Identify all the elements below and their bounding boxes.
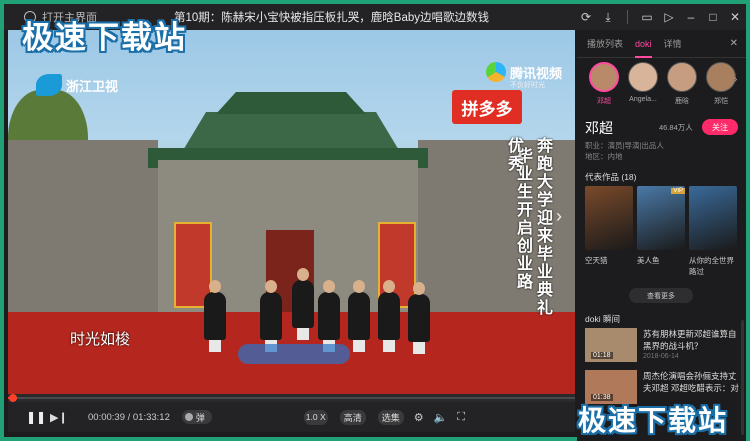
- minimize-icon[interactable]: –: [680, 6, 702, 28]
- star-list: 邓超 Angela... 鹿晗 郑恺: [585, 62, 741, 106]
- star-job: 职业：演员|导演|出品人: [585, 141, 664, 150]
- vertical-caption: 奔跑大学迎来毕业典礼: [536, 138, 553, 317]
- cast-icon[interactable]: ▷: [658, 6, 680, 28]
- poster-image: [689, 186, 737, 250]
- follow-button[interactable]: 关注: [702, 119, 738, 135]
- work-item[interactable]: 空天猎: [585, 186, 633, 277]
- watermark-bottom: 极速下载站: [578, 405, 729, 436]
- star-item-label: 郑恺: [714, 98, 728, 105]
- panel-tabs: 播放列表 doki 详情 ✕: [577, 30, 746, 58]
- watermark-top: 极速下载站: [22, 20, 187, 55]
- channel-logo-text: 浙江卫视: [66, 78, 119, 94]
- speed-button[interactable]: 1.0 X: [303, 409, 328, 425]
- news-title: 苏有朋林更新邓超谁算自黑界的战斗机？: [643, 329, 737, 351]
- duration-badge: 01:18: [591, 352, 613, 359]
- graduate-person: [408, 282, 430, 354]
- control-bar: ❚❚ ▶❙ 00:00:39 / 01:33:12 弹 1.0 X 高清 选集 …: [8, 402, 575, 432]
- star-item-label: 鹿晗: [675, 98, 689, 105]
- graduate-person: [204, 280, 226, 352]
- vip-badge: VIP: [671, 188, 685, 194]
- side-panel: 播放列表 doki 详情 ✕ 邓超 Angela... 鹿晗 郑恺 › 邓超 4…: [577, 30, 746, 441]
- view-more-button[interactable]: 查看更多: [629, 288, 693, 303]
- time-display: 00:00:39 / 01:33:12: [88, 411, 170, 423]
- channel-logo: 浙江卫视: [36, 74, 118, 96]
- star-item[interactable]: Angela...: [624, 62, 662, 106]
- sponsor-ad: 拼多多: [452, 90, 522, 124]
- tab-details[interactable]: 详情: [664, 37, 682, 50]
- avatar: [628, 62, 658, 92]
- download-icon[interactable]: ⤓: [597, 6, 619, 28]
- works-list: 空天猎 VIP 美人鱼 从你的全世界路过: [585, 186, 741, 277]
- close-icon[interactable]: ✕: [730, 38, 738, 49]
- progress-bar[interactable]: [8, 394, 575, 402]
- video-title: 第10期：陈赫宋小宝快被指压板扎哭，鹿晗Baby边唱歌边数钱: [174, 12, 490, 24]
- work-title: 空天猎: [585, 256, 608, 265]
- divider: [627, 10, 628, 24]
- quality-button[interactable]: 高清: [339, 409, 366, 425]
- ground-logo: [238, 344, 350, 364]
- pause-icon[interactable]: ❚❚: [26, 410, 46, 424]
- work-title: 从你的全世界路过: [689, 256, 734, 276]
- settings-icon[interactable]: ⚙: [414, 411, 424, 424]
- avatar: [667, 62, 697, 92]
- subtitle-caption: 时光如梭: [70, 331, 131, 348]
- star-item[interactable]: 邓超: [585, 62, 623, 106]
- tab-playlist[interactable]: 播放列表: [587, 37, 623, 50]
- tab-doki[interactable]: doki: [635, 39, 652, 58]
- toggle-knob: [184, 413, 193, 421]
- star-item-label: Angela...: [629, 96, 657, 103]
- star-region: 地区：内地: [585, 152, 623, 161]
- work-item[interactable]: VIP 美人鱼: [637, 186, 685, 277]
- tencent-video-icon: [486, 62, 506, 82]
- poster-image: VIP: [637, 186, 685, 250]
- tencent-video-logo: 腾讯视频: [486, 62, 562, 82]
- app-window: 打开主界面 第10期：陈赫宋小宝快被指压板扎哭，鹿晗Baby边唱歌边数钱 ⟳ ⤓…: [0, 0, 750, 441]
- work-item[interactable]: 从你的全世界路过: [689, 186, 737, 277]
- close-icon[interactable]: ✕: [724, 6, 746, 28]
- graduate-person: [378, 280, 400, 352]
- poster-image: [585, 186, 633, 250]
- news-date: 2018-06-14: [643, 353, 679, 360]
- screen-icon[interactable]: ▭: [636, 6, 658, 28]
- news-thumbnail: 01:18: [585, 328, 637, 362]
- fan-count: 46.84万人: [659, 123, 693, 132]
- star-item[interactable]: 鹿晗: [663, 62, 701, 106]
- volume-icon[interactable]: 🔈: [434, 411, 448, 424]
- graduate-person: [260, 280, 282, 352]
- scrollbar[interactable]: [741, 320, 744, 435]
- progress-thumb[interactable]: [8, 394, 17, 402]
- works-title: 代表作品 (18): [585, 172, 637, 182]
- danmu-toggle[interactable]: 弹: [181, 410, 212, 424]
- chevron-right-icon[interactable]: ›: [734, 74, 737, 85]
- graduate-person: [318, 280, 340, 352]
- graduate-person: [292, 268, 314, 340]
- work-title: 美人鱼: [637, 256, 660, 265]
- moments-title: doki 瞬间: [585, 314, 620, 324]
- avatar: [589, 62, 619, 92]
- video-player[interactable]: 浙江卫视 腾讯视频 不负好时光 拼多多 奔跑大学迎来毕业典礼 毕业生开启创业路 …: [8, 30, 575, 394]
- refresh-icon[interactable]: ⟳: [575, 6, 597, 28]
- avatar: [706, 62, 736, 92]
- episodes-button[interactable]: 选集: [377, 409, 404, 425]
- vertical-caption: 优秀: [507, 138, 524, 173]
- star-item-label: 邓超: [597, 98, 611, 105]
- tencent-slogan: 不负好时光: [510, 82, 545, 89]
- zhejiang-tv-icon: [36, 74, 62, 96]
- graduate-person: [348, 280, 370, 352]
- news-title: 周杰伦演唱会孙俪支持丈夫邓超 邓超吃醋表示：对: [643, 371, 739, 393]
- fullscreen-icon[interactable]: ⛶: [457, 411, 465, 424]
- progress-track: [8, 397, 575, 399]
- tencent-logo-text: 腾讯视频: [510, 65, 563, 81]
- chevron-right-icon[interactable]: ›: [556, 206, 562, 227]
- news-item[interactable]: 01:18 苏有朋林更新邓超谁算自黑界的战斗机？ 2018-06-14: [585, 328, 743, 366]
- danmu-label: 弹: [195, 412, 205, 423]
- wall-left: [8, 140, 158, 320]
- maximize-icon[interactable]: □: [702, 6, 724, 28]
- next-icon[interactable]: ▶❙: [50, 411, 68, 424]
- star-name: 邓超: [585, 120, 613, 136]
